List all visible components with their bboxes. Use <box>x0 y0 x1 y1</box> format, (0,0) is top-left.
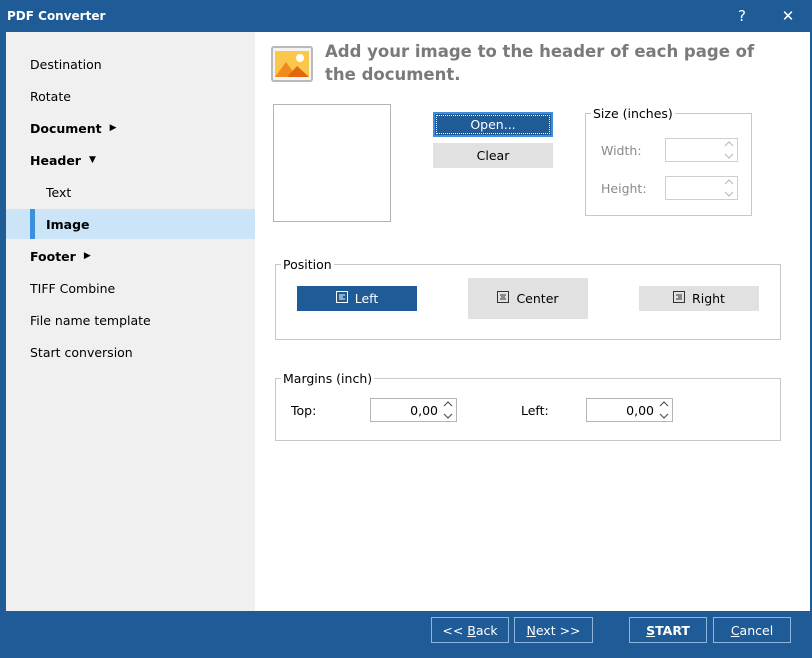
open-button[interactable]: Open... <box>433 112 553 137</box>
back-prefix: << <box>442 622 468 638</box>
sidebar-item-label: Document <box>30 120 102 136</box>
chevron-down-icon: ▼ <box>88 155 96 165</box>
sidebar: Destination Rotate Document ▶ Header ▼ T… <box>6 32 255 611</box>
active-indicator <box>30 209 35 239</box>
back-access-key: B <box>467 622 476 638</box>
sidebar-item-start-conversion[interactable]: Start conversion <box>6 337 255 367</box>
pdf-converter-window: PDF Converter ? ✕ Destination Rotate Doc… <box>0 0 812 658</box>
align-left-icon <box>335 291 348 306</box>
sidebar-item-label: Text <box>46 184 72 200</box>
footer-bar: << Back Next >> S TART Cancel <box>6 611 810 656</box>
dialog-body: Destination Rotate Document ▶ Header ▼ T… <box>6 32 810 611</box>
sidebar-item-destination[interactable]: Destination <box>6 49 255 79</box>
start-access-key: S <box>646 622 656 638</box>
help-button[interactable]: ? <box>719 0 765 32</box>
sidebar-item-file-name-template[interactable]: File name template <box>6 305 255 335</box>
height-label: Height: <box>601 181 647 196</box>
cancel-button[interactable]: Cancel <box>713 617 791 643</box>
margin-top-label: Top: <box>291 403 317 418</box>
start-rest: TART <box>655 622 690 638</box>
spinner-arrows-icon <box>723 140 735 160</box>
main-panel: Add your image to the header of each pag… <box>255 32 810 611</box>
page-heading: Add your image to the header of each pag… <box>325 42 755 84</box>
width-spinner[interactable] <box>665 138 738 162</box>
margin-top-spinner[interactable]: 0,00 <box>370 398 457 422</box>
next-rest: ext >> <box>535 622 581 638</box>
position-right-button[interactable]: Right <box>639 286 759 311</box>
position-right-label: Right <box>692 291 725 306</box>
sidebar-item-label: TIFF Combine <box>30 280 116 296</box>
cancel-rest: ancel <box>739 622 774 638</box>
sidebar-item-header[interactable]: Header ▼ <box>6 145 255 175</box>
sidebar-item-label: File name template <box>30 312 151 328</box>
margin-left-spinner[interactable]: 0,00 <box>586 398 673 422</box>
align-center-icon <box>497 291 510 306</box>
position-legend: Position <box>283 257 332 272</box>
back-rest: ack <box>475 622 498 638</box>
sidebar-item-rotate[interactable]: Rotate <box>6 81 255 111</box>
spinner-arrows-icon <box>442 400 454 420</box>
landscape-image-icon <box>271 46 313 82</box>
sidebar-item-label: Destination <box>30 56 102 72</box>
clear-button[interactable]: Clear <box>433 143 553 168</box>
image-preview <box>273 104 391 222</box>
chevron-right-icon: ▶ <box>109 123 117 133</box>
sidebar-item-image[interactable]: Image <box>6 209 255 239</box>
align-right-icon <box>673 291 686 306</box>
next-button[interactable]: Next >> <box>514 617 593 643</box>
cancel-access-key: C <box>730 622 740 638</box>
margin-left-label: Left: <box>521 403 549 418</box>
margins-legend: Margins (inch) <box>283 371 373 386</box>
position-left-button[interactable]: Left <box>297 286 417 311</box>
size-legend: Size (inches) <box>593 106 673 121</box>
sidebar-item-label: Header <box>30 152 81 168</box>
sidebar-item-label: Start conversion <box>30 344 133 360</box>
window-title: PDF Converter <box>7 9 106 23</box>
margin-left-value: 0,00 <box>626 403 654 418</box>
back-button[interactable]: << Back <box>431 617 509 643</box>
sidebar-item-label: Footer <box>30 248 76 264</box>
spinner-arrows-icon <box>723 178 735 198</box>
sidebar-item-text[interactable]: Text <box>6 177 255 207</box>
close-button[interactable]: ✕ <box>765 0 811 32</box>
next-access-key: N <box>526 622 536 638</box>
spinner-arrows-icon <box>658 400 670 420</box>
position-center-label: Center <box>516 291 559 306</box>
position-center-button[interactable]: Center <box>468 278 588 319</box>
sidebar-item-document[interactable]: Document ▶ <box>6 113 255 143</box>
width-label: Width: <box>601 143 642 158</box>
sidebar-item-label: Image <box>46 216 90 232</box>
position-left-label: Left <box>354 291 379 306</box>
margin-top-value: 0,00 <box>410 403 438 418</box>
sidebar-item-label: Rotate <box>30 88 71 104</box>
chevron-right-icon: ▶ <box>83 251 91 261</box>
start-button[interactable]: S TART <box>629 617 707 643</box>
title-bar: PDF Converter ? ✕ <box>0 0 812 32</box>
sidebar-item-footer[interactable]: Footer ▶ <box>6 241 255 271</box>
sidebar-item-tiff-combine[interactable]: TIFF Combine <box>6 273 255 303</box>
height-spinner[interactable] <box>665 176 738 200</box>
